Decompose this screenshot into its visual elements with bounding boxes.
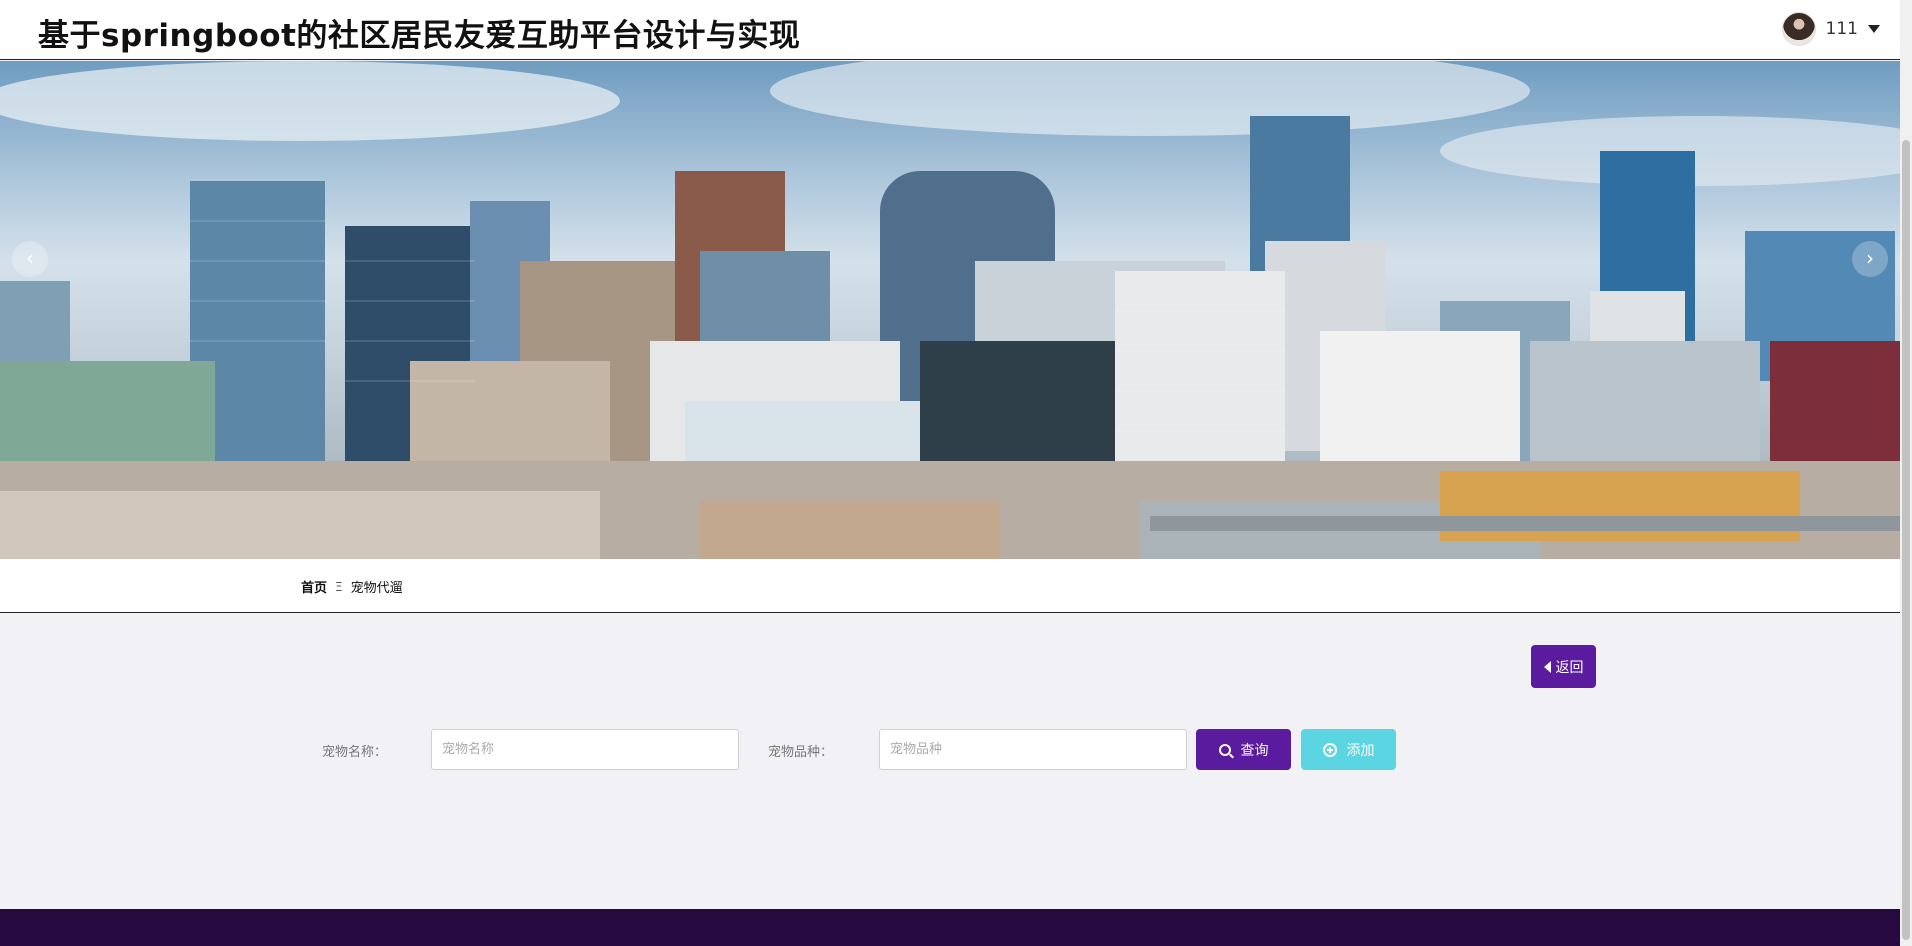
back-button-label: 返回 [1555, 658, 1584, 675]
banner-carousel: ‹ › [0, 61, 1900, 559]
page-footer [0, 909, 1900, 946]
pet-breed-label: 宠物品种： [768, 745, 834, 760]
query-button-label: 查询 [1240, 741, 1269, 758]
pet-name-label: 宠物名称： [322, 745, 388, 760]
user-menu[interactable]: 111 [1781, 12, 1880, 46]
add-button[interactable]: 添加 [1301, 729, 1396, 770]
caret-left-icon [1543, 660, 1551, 673]
site-title: 基于springboot的社区居民友爱互助平台设计与实现 [38, 18, 801, 54]
search-icon [1218, 743, 1231, 756]
breadcrumb: 首页 Ξ 宠物代遛 [0, 559, 1900, 613]
pet-name-input[interactable] [431, 729, 739, 770]
plus-circle-icon [1322, 742, 1337, 757]
query-button[interactable]: 查询 [1196, 729, 1291, 770]
city-skyline-image [0, 61, 1900, 559]
avatar[interactable] [1781, 12, 1816, 46]
scrollbar-thumb[interactable] [1902, 140, 1910, 940]
vertical-scrollbar[interactable] [1900, 0, 1912, 946]
breadcrumb-separator-icon: Ξ [335, 579, 343, 594]
carousel-next-icon[interactable]: › [1852, 241, 1888, 277]
back-button[interactable]: 返回 [1531, 645, 1596, 688]
chevron-down-icon[interactable] [1868, 25, 1880, 33]
breadcrumb-trail: 首页 Ξ 宠物代遛 [301, 577, 403, 597]
add-button-label: 添加 [1346, 741, 1375, 758]
carousel-prev-icon[interactable]: ‹ [12, 241, 48, 277]
breadcrumb-current: 宠物代遛 [350, 581, 403, 596]
top-header: 基于springboot的社区居民友爱互助平台设计与实现 111 [0, 0, 1900, 60]
breadcrumb-home[interactable]: 首页 [301, 577, 327, 596]
username[interactable]: 111 [1826, 19, 1858, 39]
pet-breed-input[interactable] [879, 729, 1187, 770]
